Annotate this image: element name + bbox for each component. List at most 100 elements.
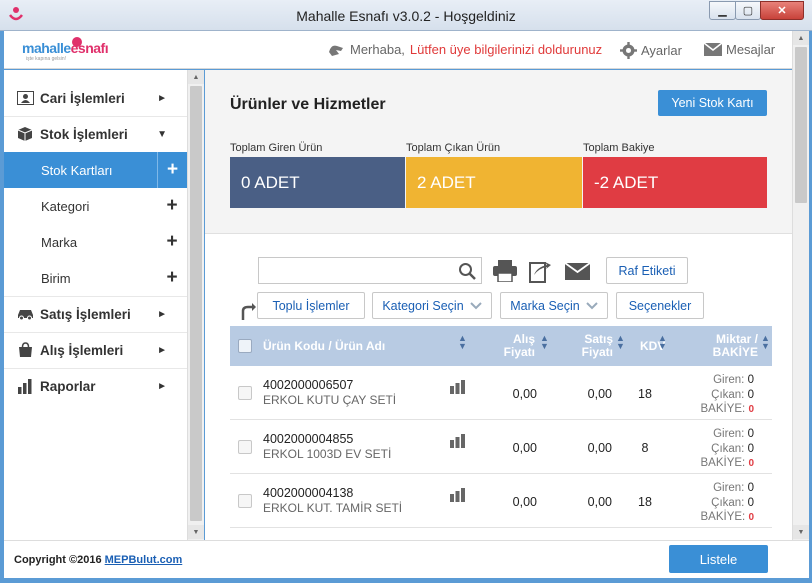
- sidebar-subitem-birim[interactable]: Birim +: [4, 260, 187, 296]
- category-select[interactable]: Kategori Seçin: [372, 292, 492, 319]
- table-row[interactable]: 4002000004138 ERKOL KUT. TAMİR SETİ 0,00…: [230, 474, 772, 528]
- sort-icon[interactable]: ▲ ▼: [658, 334, 667, 351]
- add-kategori-button[interactable]: +: [157, 188, 187, 224]
- sidebar-item-label: Satış İşlemleri: [40, 306, 131, 322]
- category-select-label: Kategori Seçin: [382, 298, 464, 313]
- print-icon[interactable]: [491, 257, 519, 285]
- add-marka-button[interactable]: +: [157, 224, 187, 260]
- row-checkbox[interactable]: [238, 494, 252, 508]
- sidebar-subitem-label: Birim: [41, 270, 71, 286]
- select-all-checkbox[interactable]: [238, 339, 252, 353]
- new-stock-card-button[interactable]: Yeni Stok Kartı: [658, 90, 767, 116]
- sidebar-item-alis[interactable]: Alış İşlemleri ►: [4, 332, 187, 368]
- envelope-icon: [704, 43, 722, 56]
- options-button[interactable]: Seçenekler: [616, 292, 704, 319]
- kdv-value: 8: [641, 441, 649, 455]
- sort-icon[interactable]: ▲ ▼: [458, 334, 467, 351]
- bar-chart-icon[interactable]: [450, 488, 465, 502]
- table-row-partial[interactable]: [230, 528, 772, 540]
- profile-warning-link[interactable]: Lütfen üye bilgilerinizi doldurunuz: [410, 42, 602, 57]
- settings-link[interactable]: Ayarlar: [620, 42, 682, 59]
- add-stok-karti-button[interactable]: +: [157, 152, 187, 188]
- stat-balance: -2 ADET: [583, 157, 767, 208]
- summary-panel: Ürünler ve Hizmetler Yeni Stok Kartı Top…: [205, 70, 792, 234]
- product-code: 4002000004138: [263, 486, 354, 500]
- sort-icon[interactable]: ▲ ▼: [540, 334, 549, 351]
- greeting-text: Merhaba,: [350, 42, 405, 57]
- sidebar-subitem-label: Kategori: [41, 198, 90, 214]
- greeting: Merhaba, Lütfen üye bilgilerinizi doldur…: [327, 42, 602, 57]
- copyright-text: Copyright ©2016 MEPBulut.com: [14, 554, 183, 566]
- bulk-actions-button[interactable]: Toplu İşlemler: [257, 292, 365, 319]
- sidebar-subitem-label: Stok Kartları: [41, 162, 113, 178]
- sidebar-subitem-label: Marka: [41, 234, 78, 250]
- export-icon[interactable]: [526, 257, 554, 285]
- sidebar-subitem-marka[interactable]: Marka +: [4, 224, 187, 260]
- logo-text-b: esnafı: [70, 40, 109, 56]
- buy-price: 0,00: [512, 441, 537, 455]
- stat-total-out: 2 ADET: [406, 157, 582, 208]
- chevron-down-icon: [469, 301, 482, 309]
- bar-chart-icon[interactable]: [450, 380, 465, 394]
- sidebar-item-cari[interactable]: Cari İşlemleri ►: [4, 80, 187, 116]
- brand-select[interactable]: Marka Seçin: [500, 292, 608, 319]
- product-code: 4002000006507: [263, 378, 354, 392]
- sell-price: 0,00: [587, 387, 612, 401]
- sidebar-scrollbar[interactable]: ▲ ▼: [187, 70, 204, 540]
- main-scrollbar[interactable]: ▲ ▼: [792, 31, 809, 540]
- sell-price: 0,00: [587, 441, 612, 455]
- close-button[interactable]: ✕: [760, 1, 804, 20]
- shelf-label-button[interactable]: Raf Etiketi: [606, 257, 688, 284]
- sidebar-scroll-thumb[interactable]: [190, 86, 202, 521]
- email-icon[interactable]: [563, 257, 591, 285]
- col-buy-price[interactable]: Alış Fiyatı: [480, 326, 535, 366]
- bag-icon: [16, 342, 34, 358]
- col-kdv[interactable]: KDV: [640, 326, 665, 366]
- logo-text-a: mahalle: [22, 40, 71, 56]
- sort-icon[interactable]: ▲ ▼: [761, 334, 770, 351]
- window-title: Mahalle Esnafı v3.0.2 - Hoşgeldiniz: [296, 8, 516, 24]
- brand-logo[interactable]: mahalleesnafı işte kapına gelsin!: [22, 36, 132, 66]
- row-checkbox[interactable]: [238, 386, 252, 400]
- scroll-up-arrow-icon[interactable]: ▲: [793, 31, 809, 45]
- row-checkbox[interactable]: [238, 440, 252, 454]
- bar-chart-icon[interactable]: [450, 434, 465, 448]
- table-row[interactable]: 4002000004855 ERKOL 1003D EV SETİ 0,00 0…: [230, 420, 772, 474]
- maximize-button[interactable]: ▢: [735, 1, 761, 20]
- company-link[interactable]: MEPBulut.com: [105, 554, 183, 566]
- col-code-name[interactable]: Ürün Kodu / Ürün Adı: [263, 326, 443, 366]
- scroll-down-arrow-icon[interactable]: ▼: [793, 525, 809, 539]
- product-name: ERKOL KUT. TAMİR SETİ: [263, 501, 403, 515]
- chart-icon: [16, 378, 34, 394]
- sidebar: Cari İşlemleri ► Stok İşlemleri ▼ Stok K…: [4, 70, 187, 540]
- search-icon[interactable]: [458, 262, 477, 281]
- sidebar-subitem-kategori[interactable]: Kategori +: [4, 188, 187, 224]
- table-row[interactable]: 4002000006507 ERKOL KUTU ÇAY SETİ 0,00 0…: [230, 366, 772, 420]
- scroll-down-arrow-icon[interactable]: ▼: [188, 525, 204, 539]
- stat-label-out: Toplam Çıkan Ürün: [406, 142, 501, 154]
- scroll-up-arrow-icon[interactable]: ▲: [188, 70, 204, 84]
- sell-price: 0,00: [587, 495, 612, 509]
- product-name: ERKOL 1003D EV SETİ: [263, 447, 392, 461]
- sort-icon[interactable]: ▲ ▼: [616, 334, 625, 351]
- sidebar-item-raporlar[interactable]: Raporlar ►: [4, 368, 187, 404]
- sidebar-subitem-stok-kartlari[interactable]: Stok Kartları +: [4, 152, 187, 188]
- main-scroll-thumb[interactable]: [795, 47, 807, 203]
- sidebar-item-satis[interactable]: Satış İşlemleri ►: [4, 296, 187, 332]
- list-button[interactable]: Listele: [669, 545, 768, 573]
- messages-link[interactable]: Mesajlar: [704, 42, 775, 57]
- gear-icon: [620, 42, 637, 59]
- col-quantity[interactable]: Miktar / BAKİYE: [690, 326, 758, 366]
- minimize-button[interactable]: ▁: [709, 1, 736, 20]
- chevron-right-icon: ►: [157, 344, 167, 356]
- col-sell-price[interactable]: Satış Fiyatı: [560, 326, 613, 366]
- brand-select-label: Marka Seçin: [510, 298, 580, 313]
- table-header: Ürün Kodu / Ürün Adı ▲ ▼ Alış Fiyatı ▲ ▼ Sa…: [230, 326, 772, 366]
- waving-hand-icon: [329, 45, 343, 56]
- add-birim-button[interactable]: +: [157, 260, 187, 296]
- search-input[interactable]: [258, 257, 482, 284]
- settings-label: Ayarlar: [641, 43, 682, 58]
- sidebar-item-stok[interactable]: Stok İşlemleri ▼: [4, 116, 187, 152]
- app-header: mahalleesnafı işte kapına gelsin! Merhab…: [4, 31, 793, 69]
- return-arrow-icon[interactable]: [238, 303, 256, 321]
